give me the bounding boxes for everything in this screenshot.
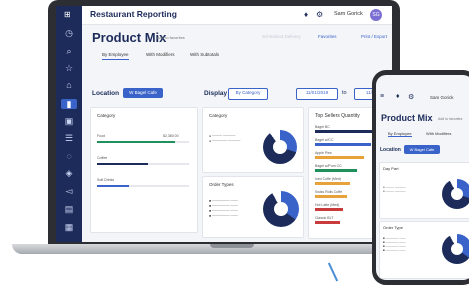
top-seller-label: Swiss Rolls Coffe [315, 190, 343, 194]
page-title: Product Mix [92, 30, 167, 45]
tab-with-subtotals[interactable]: With Subtotals [190, 52, 219, 57]
print-export-button[interactable]: Print / Export [361, 34, 387, 39]
user-name[interactable]: Sam Gorick [334, 11, 363, 17]
laptop-notch [210, 244, 254, 248]
category-donut-chart [263, 130, 297, 164]
file-icon[interactable]: ▤ [64, 204, 74, 214]
laptop-frame: ◷ ⌕ ☆ ⌂ ▮ ▣ ☰ ◌ ◈ ◅ ▤ ▦ ⊞ Restaurant Rep… [48, 0, 400, 246]
legend-item: ■ ────── ─── [383, 248, 406, 252]
avatar[interactable]: SG [370, 9, 382, 21]
add-to-favorites-link[interactable]: Add to favorites [438, 117, 462, 121]
order-type-card: Order Type ■ ────── ─── ■ ────── ─── ■ ─… [379, 221, 469, 279]
clock-icon[interactable]: ◷ [64, 28, 74, 38]
laptop-screen: ◷ ⌕ ☆ ⌂ ▮ ▣ ☰ ◌ ◈ ◅ ▤ ▦ ⊞ Restaurant Rep… [56, 6, 392, 242]
category-row-label: Food [97, 134, 105, 138]
decorative-line-bottom [327, 262, 339, 282]
bell-icon[interactable]: ♦ [304, 10, 308, 19]
top-seller-bar [315, 156, 364, 159]
reports-icon[interactable]: ▮ [61, 99, 77, 109]
tab-with-modifiers[interactable]: With Modifiers [426, 131, 451, 136]
location-label: Location [380, 147, 401, 153]
top-seller-bar [315, 221, 340, 224]
category-bar [97, 140, 176, 143]
top-seller-label: Classic BLT [315, 216, 334, 220]
bell-icon[interactable]: ♦ [396, 93, 400, 100]
top-seller-label: Iced Coffe (Med) [315, 177, 342, 181]
card-title: Category [97, 113, 116, 118]
phone-frame: ≡ ♦ ⚙ Sam Gorick Product Mix Add to favo… [372, 70, 469, 285]
top-seller-label: Apple Pies [315, 151, 332, 155]
grid-icon[interactable]: ⊞ [64, 10, 71, 19]
search-icon[interactable]: ⌕ [64, 46, 74, 56]
date-to-label: to [342, 90, 347, 96]
phone-screen: ≡ ♦ ⚙ Sam Gorick Product Mix Add to favo… [376, 75, 469, 280]
app-title: Restaurant Reporting [90, 9, 177, 19]
top-seller-bar [315, 143, 371, 146]
top-seller-bar [315, 182, 350, 185]
legend-item: ■ ─────── ─── [209, 204, 238, 208]
top-bar: ⊞ Restaurant Reporting ♦ ⚙ Sam Gorick SG [64, 6, 392, 25]
hamburger-icon[interactable]: ≡ [380, 93, 384, 100]
top-seller-label: Bagel w/CC [315, 138, 334, 142]
display-label: Display [204, 90, 228, 97]
top-seller-label: Bagel BC [315, 125, 330, 129]
order-type-donut-chart [442, 234, 469, 264]
gear-icon[interactable]: ⚙ [316, 10, 323, 19]
card-title: Category [209, 113, 228, 118]
settings-icon[interactable]: ▦ [64, 222, 74, 232]
legend-item: ● ────── ───── [209, 139, 241, 143]
star-icon[interactable]: ☆ [64, 63, 74, 73]
legend-item: ● ──── ───── [209, 134, 236, 138]
category-row-value: $2,380.00 [163, 134, 179, 138]
home-icon[interactable]: ⌂ [64, 80, 74, 90]
category-row-label: Soft Drinks [97, 178, 115, 182]
legend-item: ● ──── ───── [383, 189, 406, 193]
legend-item: ■ ─────── ─── [209, 214, 238, 218]
category-row-label: Coffee [97, 156, 108, 160]
megaphone-icon[interactable]: ◅ [64, 186, 74, 196]
order-types-donut-chart [263, 191, 299, 227]
add-to-favorites-link[interactable]: Add to favorites [157, 35, 185, 40]
card-title: Order Type [383, 225, 403, 230]
top-seller-bar [315, 169, 357, 172]
card-title: Order Types [209, 182, 234, 187]
location-select[interactable]: W Bagel Cafe [404, 145, 440, 154]
chat-icon[interactable]: ◌ [64, 151, 74, 161]
gear-icon[interactable]: ⚙ [408, 93, 414, 101]
top-seller-bar [315, 195, 347, 198]
day-part-donut-chart [442, 179, 469, 209]
day-part-card: Day Part ● ──── ───── ● ──── ───── [379, 162, 469, 219]
user-name[interactable]: Sam Gorick [430, 95, 454, 100]
top-seller-bar [315, 208, 343, 211]
tab-with-modifiers[interactable]: With Modifiers [146, 52, 175, 57]
display-select[interactable]: By Category [228, 88, 268, 100]
card-title: Top Sellers Quantity [315, 113, 360, 119]
card-title: Day Part [383, 166, 399, 171]
tab-by-employee[interactable]: By Employee [102, 52, 129, 60]
location-select[interactable]: W Bagel Cafe [123, 88, 163, 98]
category-chart-card: Category ● ──── ───── ● ────── ───── [202, 107, 304, 173]
category-bar [97, 184, 130, 187]
top-seller-label: Bagel w/Pum CC [315, 164, 342, 168]
legend-item: ■ ─────── ─── [209, 199, 238, 203]
tab-by-employee[interactable]: By Employee [388, 131, 412, 137]
location-label: Location [92, 90, 120, 97]
date-from-input[interactable]: 11/01/2019 [296, 88, 338, 100]
sidebar: ◷ ⌕ ☆ ⌂ ▮ ▣ ☰ ◌ ◈ ◅ ▤ ▦ [56, 6, 82, 242]
order-types-card: Order Types ■ ─────── ─── ■ ─────── ─── … [202, 176, 304, 238]
scheduled-delivery-button[interactable]: Scheduled Delivery [262, 34, 301, 39]
category-bar [97, 162, 148, 165]
top-seller-label: Hot Latte (Med) [315, 203, 340, 207]
gift-icon[interactable]: ◈ [64, 168, 74, 178]
favorites-button[interactable]: Favorites [318, 34, 337, 39]
calendar-icon[interactable]: ▣ [64, 116, 74, 126]
category-sales-card: Category Food $2,380.00 Coffee Soft Drinks [90, 107, 198, 233]
legend-item: ■ ─────── ─── [209, 209, 238, 213]
page-title: Product Mix [381, 113, 433, 123]
menu-icon[interactable]: ☰ [64, 133, 74, 143]
